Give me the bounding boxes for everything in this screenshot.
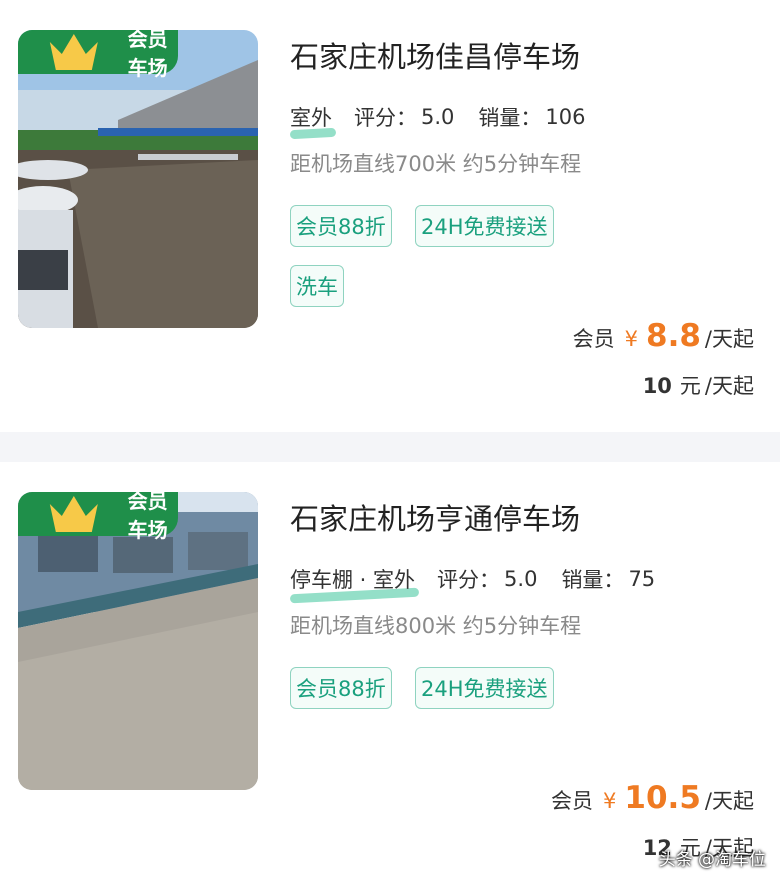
parking-type: 室外 [290, 102, 332, 132]
listing-meta: 室外 评分： 5.0 销量： 106 [290, 102, 586, 132]
listing-meta: 停车棚 · 室外 评分： 5.0 销量： 75 [290, 564, 655, 594]
tag-member-discount: 会员88折 [290, 205, 392, 247]
watermark: 头条 @淘车位 [658, 850, 766, 870]
listing-card-2[interactable]: 会员车场 石家庄机场亨通停车场 停车棚 · 室外 评分： 5.0 销量： 75 … [0, 462, 780, 884]
member-price-value: 8.8 [646, 318, 701, 354]
tag-car-wash: 洗车 [290, 265, 344, 307]
tag-member-discount: 会员88折 [290, 667, 392, 709]
distance-info: 距机场直线800米 约5分钟车程 [290, 614, 582, 638]
distance-info: 距机场直线700米 约5分钟车程 [290, 152, 582, 176]
parking-name[interactable]: 石家庄机场亨通停车场 [290, 496, 580, 538]
rating-value: 5.0 [504, 567, 538, 591]
member-badge: 会员车场 [18, 30, 178, 80]
member-price: 会员 ¥ 8.8 /天起 [572, 318, 754, 354]
listing-card-1[interactable]: 会员车场 石家庄机场佳昌停车场 室外 评分： 5.0 销量： 106 距机场直线… [0, 0, 780, 432]
sales-value: 75 [628, 567, 656, 591]
sales-label: 销量： [561, 568, 625, 592]
parking-name[interactable]: 石家庄机场佳昌停车场 [290, 34, 580, 76]
sales-label: 销量： [478, 106, 542, 130]
member-price: 会员 ¥ 10.5 /天起 [551, 780, 754, 816]
rating-value: 5.0 [421, 105, 455, 129]
rating-label: 评分： [354, 106, 417, 130]
sales-value: 106 [545, 105, 586, 129]
parking-lot-photo[interactable]: 会员车场 [18, 492, 258, 790]
crown-icon [49, 496, 98, 532]
member-badge: 会员车场 [18, 492, 178, 542]
rating-label: 评分： [437, 568, 501, 592]
parking-type: 停车棚 · 室外 [290, 564, 415, 594]
member-price-value: 10.5 [624, 780, 701, 816]
tag-free-shuttle: 24H免费接送 [415, 667, 554, 709]
tag-free-shuttle: 24H免费接送 [415, 205, 554, 247]
crown-icon [49, 34, 98, 70]
original-price: 10 元 /天起 [642, 374, 754, 398]
parking-lot-photo[interactable]: 会员车场 [18, 30, 258, 328]
